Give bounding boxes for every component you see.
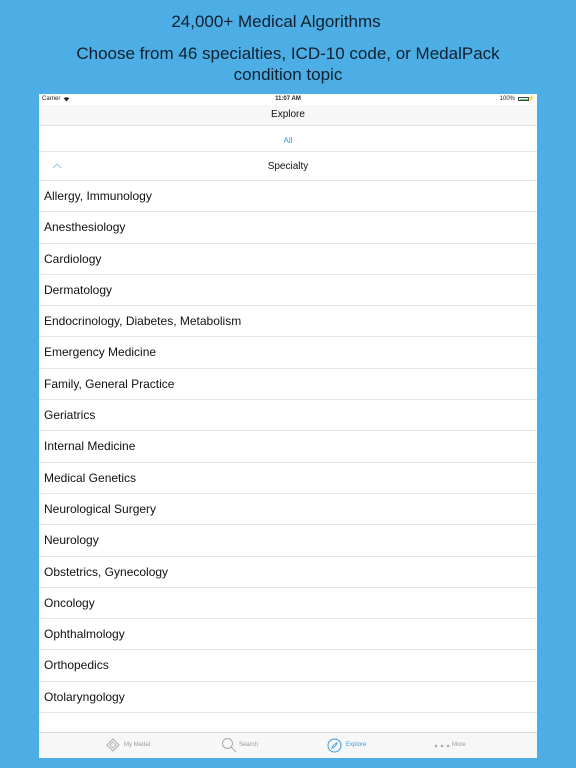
list-item-geriatrics[interactable]: Geriatrics bbox=[39, 400, 537, 432]
status-battery-percent: 100% bbox=[499, 96, 515, 102]
tab-search[interactable]: Search bbox=[215, 733, 325, 758]
device-screen: Carrier 11:07 AM 100% ⚡ Explore All Spec… bbox=[39, 94, 537, 758]
tab-more-label: More bbox=[452, 742, 466, 748]
tab-bar: My Medal Search Explore More bbox=[39, 732, 537, 758]
list-item-otolaryngology[interactable]: Otolaryngology bbox=[39, 682, 537, 714]
charging-bolt-icon: ⚡ bbox=[527, 96, 535, 102]
list-item-neurology[interactable]: Neurology bbox=[39, 525, 537, 557]
nav-bar: Explore bbox=[39, 105, 537, 126]
tab-explore[interactable]: Explore bbox=[321, 733, 431, 758]
list-item-neurological-surgery[interactable]: Neurological Surgery bbox=[39, 494, 537, 526]
list-item-medical-genetics[interactable]: Medical Genetics bbox=[39, 463, 537, 494]
search-icon bbox=[222, 738, 237, 753]
list-item-allergy-immunology[interactable]: Allergy, Immunology bbox=[39, 181, 537, 213]
promo-headline: 24,000+ Medical Algorithms bbox=[171, 12, 381, 31]
tab-my-medal[interactable]: My Medal bbox=[99, 733, 209, 758]
list-item-family-general-practice[interactable]: Family, General Practice bbox=[39, 369, 537, 401]
specialty-list: Allergy, Immunology Anesthesiology Cardi… bbox=[39, 181, 537, 732]
promo-subheadline: Choose from 46 specialties, ICD-10 code,… bbox=[76, 44, 500, 84]
tab-more[interactable]: More bbox=[429, 733, 537, 758]
diamond-icon bbox=[106, 738, 120, 752]
list-item-orthopedics[interactable]: Orthopedics bbox=[39, 650, 537, 682]
more-dots-icon bbox=[434, 744, 450, 748]
list-item-ophthalmology[interactable]: Ophthalmology bbox=[39, 619, 537, 651]
list-item-oncology[interactable]: Oncology bbox=[39, 588, 537, 620]
tab-explore-label: Explore bbox=[346, 742, 367, 748]
section-header: Specialty bbox=[39, 152, 537, 181]
status-time: 11:07 AM bbox=[275, 96, 301, 102]
tab-my-medal-label: My Medal bbox=[124, 742, 151, 748]
list-item-anesthesiology[interactable]: Anesthesiology bbox=[39, 212, 537, 244]
filter-row: All bbox=[39, 126, 537, 152]
tab-search-label: Search bbox=[239, 742, 259, 748]
list-item-endocrinology[interactable]: Endocrinology, Diabetes, Metabolism bbox=[39, 306, 537, 338]
filter-all-button[interactable]: All bbox=[39, 136, 537, 145]
status-bar: Carrier 11:07 AM 100% ⚡ bbox=[39, 94, 537, 105]
section-title: Specialty bbox=[267, 161, 309, 172]
list-item-emergency-medicine[interactable]: Emergency Medicine bbox=[39, 337, 537, 369]
list-item-obstetrics-gynecology[interactable]: Obstetrics, Gynecology bbox=[39, 557, 537, 588]
compass-icon bbox=[327, 738, 342, 753]
list-item-dermatology[interactable]: Dermatology bbox=[39, 275, 537, 307]
nav-title: Explore bbox=[271, 109, 305, 120]
list-item-cardiology[interactable]: Cardiology bbox=[39, 244, 537, 275]
list-item-internal-medicine[interactable]: Internal Medicine bbox=[39, 431, 537, 463]
